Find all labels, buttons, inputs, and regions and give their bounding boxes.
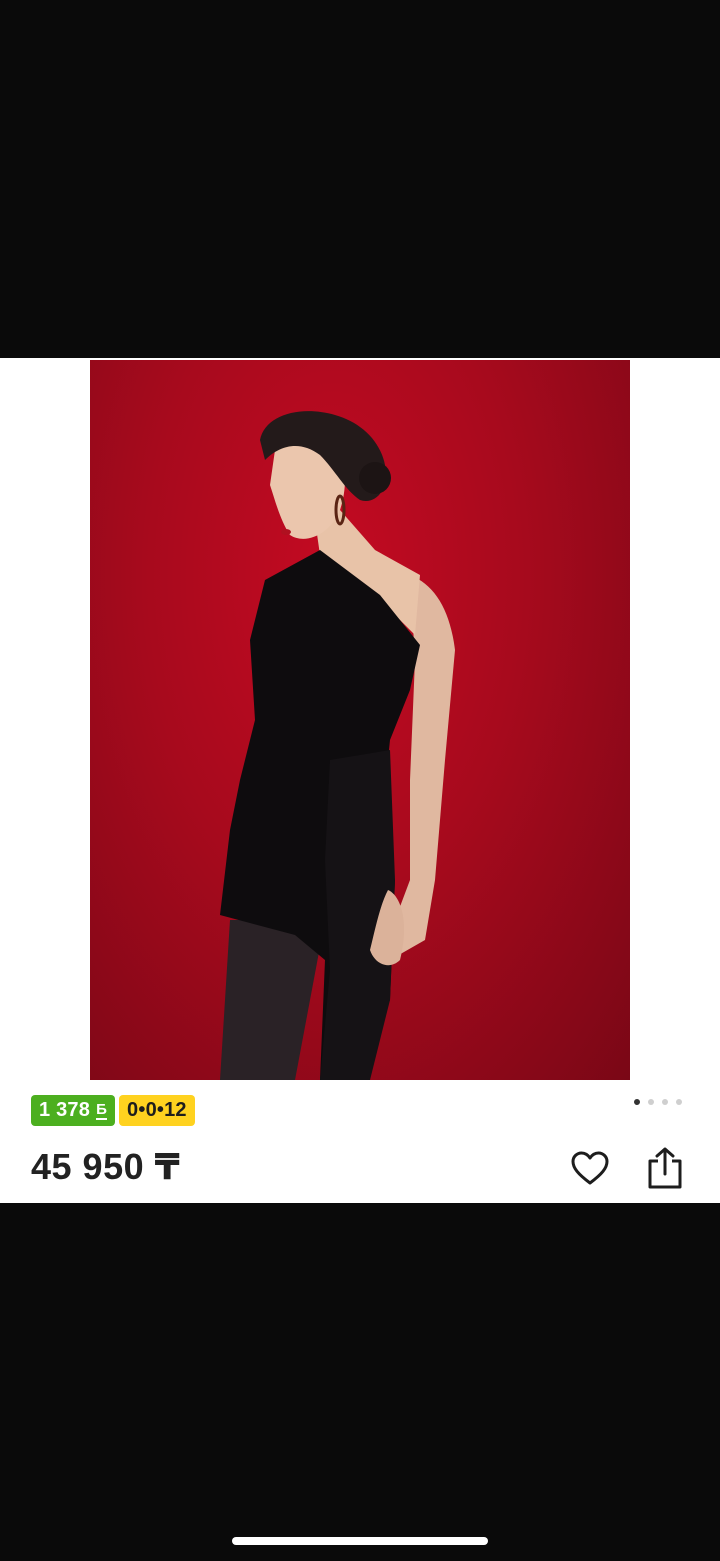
heart-icon	[571, 1151, 609, 1185]
home-indicator[interactable]	[232, 1537, 488, 1545]
installment-badge: 0•0•12	[119, 1095, 195, 1126]
pagination-dot[interactable]	[676, 1099, 682, 1105]
bonus-badge: 1 378 Б	[31, 1095, 116, 1126]
model-lips	[281, 529, 291, 535]
product-image[interactable]	[90, 360, 630, 1080]
share-button[interactable]	[643, 1146, 687, 1190]
hair-bun	[359, 462, 391, 494]
favorite-button[interactable]	[568, 1146, 612, 1190]
product-photo-illustration	[220, 411, 455, 1080]
pagination-dot[interactable]	[662, 1099, 668, 1105]
bonus-icon: Б	[96, 1100, 108, 1120]
pagination-dot-active[interactable]	[634, 1099, 640, 1105]
top-black-area	[0, 0, 720, 358]
product-card: 1 378 Б 0•0•12 45 950 ₸	[0, 358, 720, 1203]
product-price: 45 950 ₸	[31, 1146, 181, 1187]
pagination-dot[interactable]	[648, 1099, 654, 1105]
gallery-pagination	[634, 1099, 682, 1105]
bonus-amount: 1 378	[39, 1099, 91, 1121]
product-badges: 1 378 Б 0•0•12	[31, 1095, 195, 1126]
share-icon	[648, 1147, 682, 1189]
